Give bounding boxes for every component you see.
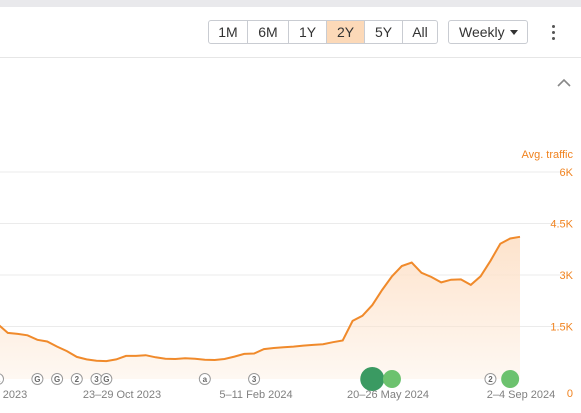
event-label: G <box>34 375 40 384</box>
event-label: 2 <box>488 375 493 384</box>
top-strip <box>0 0 581 7</box>
interval-dropdown[interactable]: Weekly <box>448 20 528 44</box>
chart-toolbar: 1M 6M 1Y 2Y 5Y All Weekly <box>0 7 581 58</box>
event-marker[interactable]: 2 <box>484 373 497 385</box>
x-tick-label: 23–29 Oct 2023 <box>83 389 161 401</box>
range-1m-button[interactable]: 1M <box>208 20 248 44</box>
vertical-dots-icon[interactable] <box>546 24 562 40</box>
event-label: a <box>203 375 208 384</box>
traffic-chart: Avg. traffic 6K4.5K3K1.5K0 aGG23Ga32 202… <box>0 140 581 413</box>
event-marker[interactable]: G <box>100 373 113 385</box>
y-tick-label: 1.5K <box>550 322 573 334</box>
x-tick-label: 5–11 Feb 2024 <box>219 389 292 401</box>
event-marker[interactable] <box>360 367 385 391</box>
x-axis-labels: 2023 23–29 Oct 2023 5–11 Feb 2024 20–26 May… <box>3 389 556 401</box>
event-marker[interactable]: a <box>198 373 211 385</box>
event-marker[interactable] <box>382 370 401 388</box>
caret-down-icon <box>510 30 518 35</box>
event-marker[interactable]: 3 <box>248 373 261 385</box>
y-tick-label: 0 <box>567 388 573 400</box>
event-marker[interactable]: G <box>31 373 44 385</box>
range-all-button[interactable]: All <box>403 20 438 44</box>
chevron-up-icon[interactable] <box>556 75 572 87</box>
event-marker[interactable] <box>501 370 520 388</box>
y-axis-labels: 6K 4.5K 3K 1.5K 0 <box>550 167 573 400</box>
event-label: G <box>54 375 60 384</box>
date-range-selector: 1M 6M 1Y 2Y 5Y All <box>208 20 438 44</box>
event-label: 3 <box>252 375 257 384</box>
event-label: 2 <box>75 375 80 384</box>
y-tick-label: 3K <box>560 270 574 282</box>
x-tick-label: 2023 <box>3 389 27 401</box>
series-label: Avg. traffic <box>521 149 573 161</box>
range-2y-button[interactable]: 2Y <box>327 20 365 44</box>
y-tick-label: 4.5K <box>550 219 573 231</box>
range-5y-button[interactable]: 5Y <box>365 20 403 44</box>
event-label: G <box>103 375 109 384</box>
range-6m-button[interactable]: 6M <box>248 20 289 44</box>
event-marker[interactable]: 2 <box>70 373 83 385</box>
event-marker[interactable]: G <box>51 373 64 385</box>
traffic-chart-svg: Avg. traffic 6K4.5K3K1.5K0 aGG23Ga32 202… <box>0 149 574 401</box>
event-label: 3 <box>94 375 99 384</box>
x-tick-label: 2–4 Sep 2024 <box>487 389 556 401</box>
x-tick-label: 20–26 May 2024 <box>347 389 429 401</box>
interval-value: Weekly <box>459 24 505 40</box>
range-1y-button[interactable]: 1Y <box>289 20 327 44</box>
y-tick-label: 6K <box>560 167 574 179</box>
